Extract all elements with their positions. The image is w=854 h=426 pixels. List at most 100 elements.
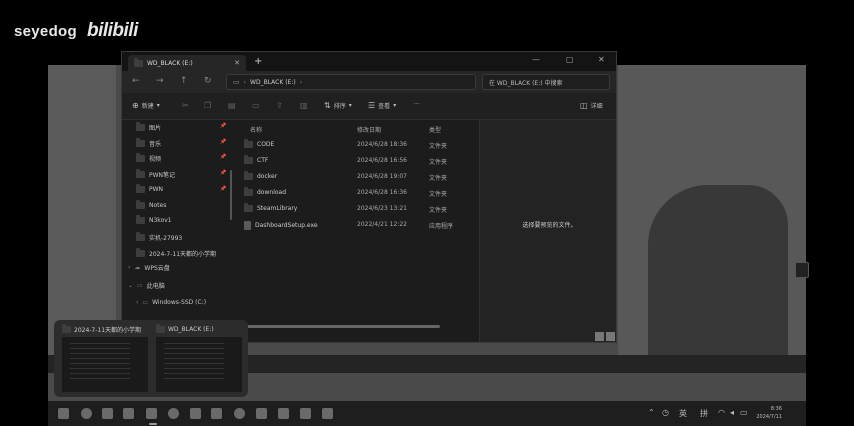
file-row[interactable]: CTF 2024/6/28 16:56 文件夹 bbox=[244, 154, 474, 168]
nav-item[interactable]: PWN bbox=[136, 183, 163, 193]
volume-icon[interactable]: ◂ bbox=[730, 408, 734, 417]
thumbnail-window-1[interactable]: 2024-7-11天都的小学期 bbox=[58, 324, 148, 392]
nav-item[interactable]: PWN笔记 bbox=[136, 169, 175, 179]
browser-icon[interactable] bbox=[168, 408, 179, 419]
app-icon[interactable] bbox=[256, 408, 267, 419]
app-icon[interactable] bbox=[190, 408, 201, 419]
file-row[interactable]: DashboardSetup.exe 2022/4/21 12:22 应用程序 bbox=[244, 218, 474, 232]
cut-icon[interactable]: ✂ bbox=[182, 101, 189, 110]
chat-icon[interactable] bbox=[123, 408, 134, 419]
thumbnail-title: 2024-7-11天都的小学期 bbox=[74, 327, 142, 334]
column-type[interactable]: 类型 bbox=[429, 125, 441, 134]
column-name[interactable]: 名称 bbox=[250, 125, 262, 134]
wifi-icon[interactable]: ◠ bbox=[718, 408, 725, 417]
pin-icon[interactable]: 📌 bbox=[220, 170, 226, 176]
details-label: 详细 bbox=[590, 103, 603, 110]
app-icon[interactable] bbox=[278, 408, 289, 419]
details-pane-icon: ◫ bbox=[580, 101, 588, 110]
new-tab-button[interactable]: + bbox=[254, 56, 262, 67]
thumbnail-window-2[interactable]: WD_BLACK (E:) bbox=[152, 324, 242, 392]
tiles-view-icon[interactable] bbox=[606, 332, 615, 341]
back-icon[interactable]: ← bbox=[132, 76, 140, 86]
maximize-icon[interactable]: ▢ bbox=[566, 55, 574, 64]
tray-overflow-icon[interactable]: ⌃ bbox=[648, 408, 655, 417]
pin-icon[interactable]: 📌 bbox=[220, 186, 226, 192]
ime-lang[interactable]: 英 bbox=[679, 408, 687, 419]
file-type: 文件夹 bbox=[429, 175, 448, 182]
ime-mode[interactable]: 拼 bbox=[700, 408, 708, 419]
sort-button[interactable]: ⇅ 排序 ▾ bbox=[324, 101, 352, 110]
breadcrumb-chevron-icon: › bbox=[243, 78, 247, 86]
more-button[interactable]: ··· bbox=[414, 101, 420, 108]
file-row[interactable]: SteamLibrary 2024/6/23 13:21 文件夹 bbox=[244, 202, 474, 216]
nav-item[interactable]: Notes bbox=[136, 199, 166, 209]
breadcrumb-drive[interactable]: WD_BLACK (E:) bbox=[250, 79, 296, 86]
title-bar[interactable]: WD_BLACK (E:) ✕ + — ▢ ✕ bbox=[122, 52, 616, 71]
nav-item[interactable]: N3kov1 bbox=[136, 215, 172, 225]
drive-c[interactable]: › ▭ Windows-SSD (C:) bbox=[136, 299, 206, 306]
share-icon[interactable]: ⇪ bbox=[276, 101, 283, 110]
taskbar: ⌃ ◷ 英 拼 ◠ ◂ ▭ 8:36 2024/7/11 bbox=[48, 401, 806, 426]
music-icon bbox=[136, 137, 145, 147]
watermark: seyedog bilibili bbox=[14, 20, 138, 42]
close-tab-icon[interactable]: ✕ bbox=[234, 59, 240, 67]
nav-item[interactable]: 图片 bbox=[136, 122, 161, 132]
tray-app-icon[interactable]: ◷ bbox=[662, 408, 669, 417]
column-date[interactable]: 修改日期 bbox=[357, 125, 381, 134]
task-view-icon[interactable] bbox=[102, 408, 113, 419]
battery-icon[interactable]: ▭ bbox=[740, 408, 748, 417]
pin-icon[interactable]: 📌 bbox=[220, 154, 226, 160]
wallpaper-left bbox=[48, 65, 116, 355]
up-icon[interactable]: ↑ bbox=[180, 76, 188, 86]
delete-icon[interactable]: ▥ bbox=[300, 101, 308, 110]
pin-icon[interactable]: 📌 bbox=[220, 139, 226, 145]
file-row[interactable]: download 2024/6/28 16:36 文件夹 bbox=[244, 186, 474, 200]
uploader-name: seyedog bbox=[14, 22, 77, 40]
clock[interactable]: 8:36 2024/7/11 bbox=[752, 405, 782, 421]
search-icon[interactable] bbox=[81, 408, 92, 419]
file-row[interactable]: CODE 2024/6/28 18:36 文件夹 bbox=[244, 138, 474, 152]
preview-pane: 选择要预览的文件。 bbox=[479, 120, 616, 342]
search-input[interactable]: 在 WD_BLACK (E:) 中搜索 bbox=[482, 74, 610, 90]
file-row[interactable]: docker 2024/6/28 19:07 文件夹 bbox=[244, 170, 474, 184]
view-button[interactable]: ☰ 查看 ▾ bbox=[368, 101, 396, 110]
refresh-icon[interactable]: ↻ bbox=[204, 76, 212, 86]
file-date: 2024/6/28 16:56 bbox=[357, 157, 407, 164]
nav-item[interactable]: 视频 bbox=[136, 153, 161, 163]
wallpaper-figure bbox=[648, 185, 788, 355]
app-icon[interactable] bbox=[300, 408, 311, 419]
details-button[interactable]: ◫ 详细 bbox=[580, 101, 603, 110]
paste-icon[interactable]: ▤ bbox=[228, 101, 236, 110]
rename-icon[interactable]: ▭ bbox=[252, 101, 260, 110]
file-explorer-icon[interactable] bbox=[146, 408, 157, 419]
wps-cloud[interactable]: › ☁ WPS云盘 bbox=[128, 263, 170, 272]
app-icon[interactable] bbox=[322, 408, 333, 419]
forward-icon[interactable]: → bbox=[156, 76, 164, 86]
start-icon[interactable] bbox=[58, 408, 69, 419]
app-icon[interactable] bbox=[234, 408, 245, 419]
file-type: 应用程序 bbox=[429, 223, 454, 230]
this-pc[interactable]: ⌄ ▭ 此电脑 bbox=[128, 281, 165, 290]
folder-icon bbox=[136, 183, 145, 193]
nav-item[interactable]: 2024-7-11天都的小学期 bbox=[136, 247, 216, 258]
widget-icon[interactable] bbox=[795, 262, 809, 278]
pin-icon[interactable]: 📌 bbox=[220, 123, 226, 129]
tab-wd-black[interactable]: WD_BLACK (E:) ✕ bbox=[128, 55, 246, 71]
app-icon[interactable] bbox=[211, 408, 222, 419]
nav-item[interactable]: 音乐 bbox=[136, 137, 161, 148]
copy-icon[interactable]: ❐ bbox=[204, 101, 211, 110]
new-button[interactable]: ⊕ 新建 ▾ bbox=[132, 101, 160, 110]
clock-time: 8:36 bbox=[770, 406, 782, 412]
horizontal-scrollbar[interactable] bbox=[240, 325, 440, 328]
preview-message: 选择要预览的文件。 bbox=[522, 222, 577, 229]
details-view-icon[interactable] bbox=[595, 332, 604, 341]
exe-file-icon bbox=[244, 221, 251, 230]
file-type: 文件夹 bbox=[429, 191, 448, 198]
minimize-icon[interactable]: — bbox=[532, 55, 540, 64]
sort-label: 排序 bbox=[333, 103, 346, 110]
nav-item[interactable]: 实机-27993 bbox=[136, 231, 182, 242]
close-icon[interactable]: ✕ bbox=[598, 55, 605, 64]
address-bar[interactable]: ▭ › WD_BLACK (E:) › bbox=[226, 74, 476, 90]
nav-scrollbar[interactable] bbox=[230, 170, 232, 220]
folder-icon bbox=[136, 199, 145, 209]
